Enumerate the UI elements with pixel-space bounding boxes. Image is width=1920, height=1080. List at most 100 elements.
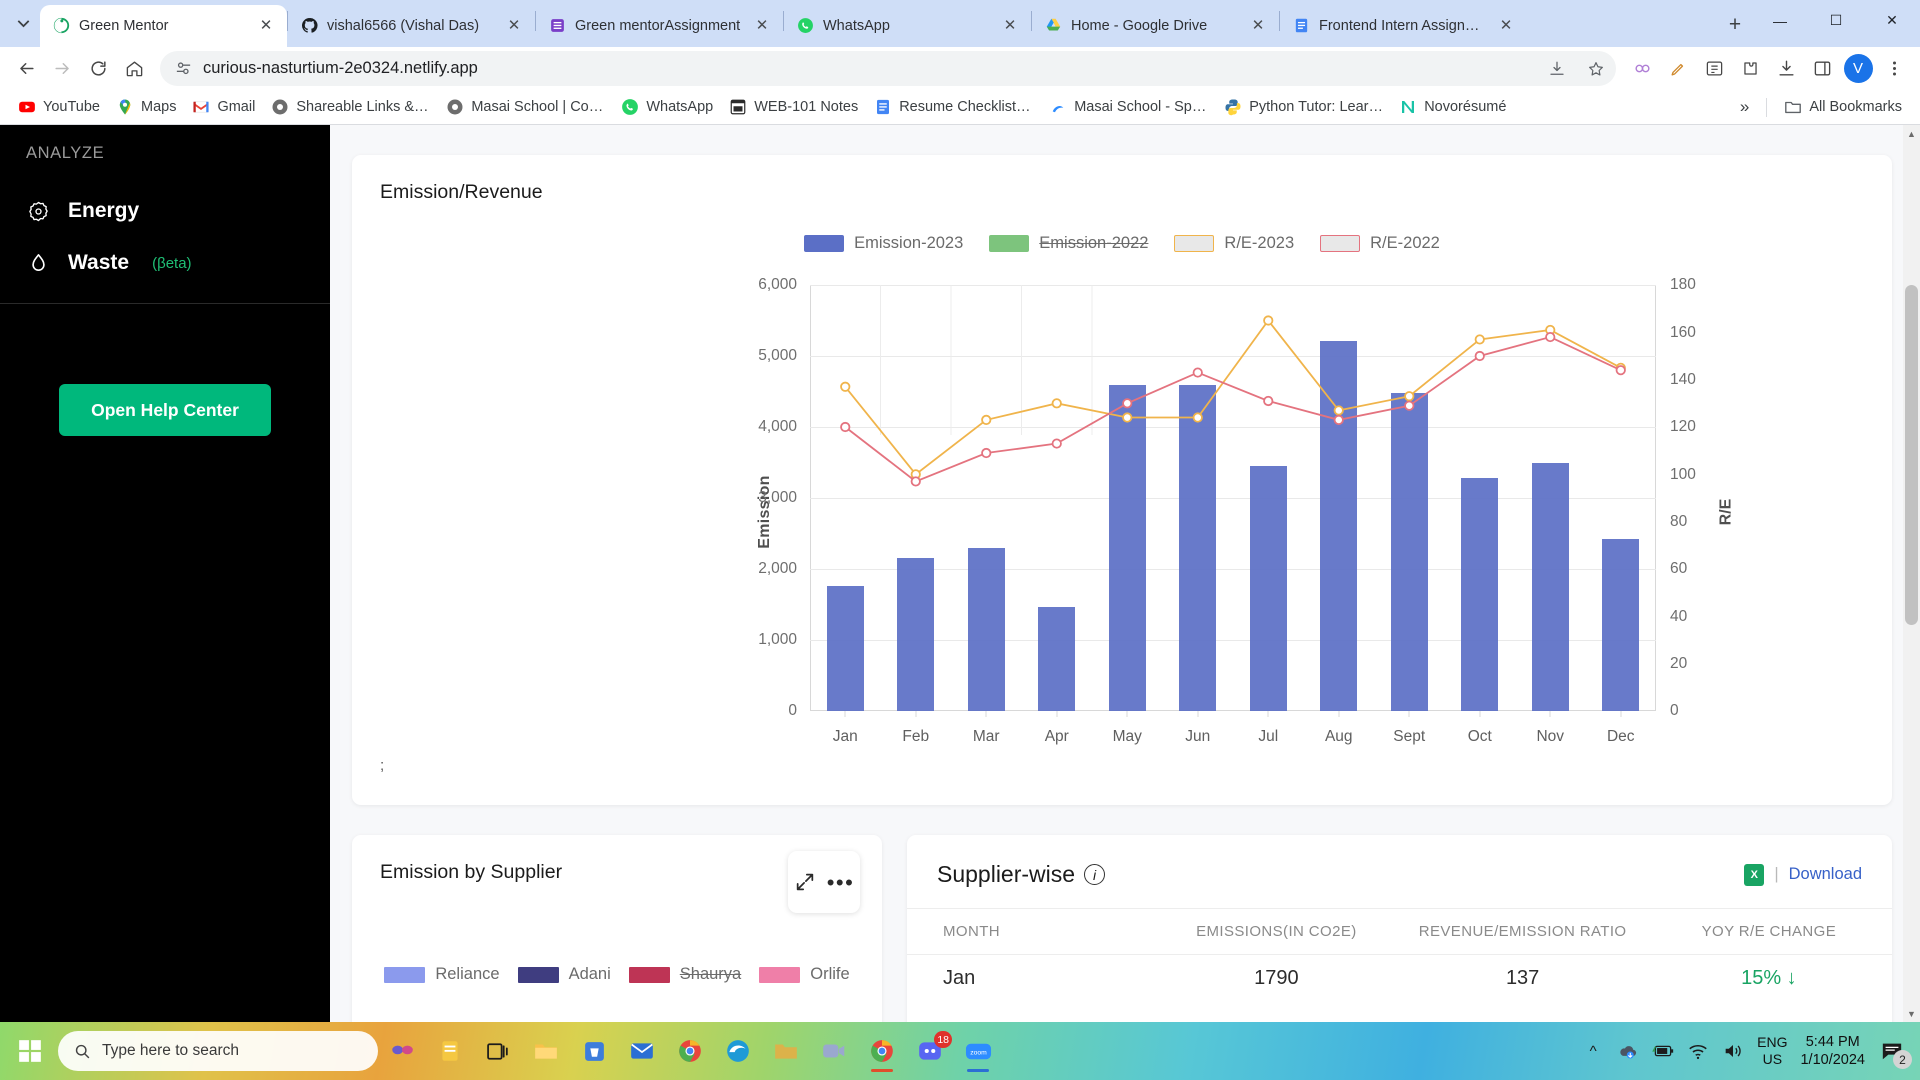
all-bookmarks-button[interactable]: All Bookmarks — [1776, 93, 1910, 121]
chart-point[interactable] — [912, 477, 920, 485]
folder-icon[interactable] — [764, 1029, 808, 1073]
url-text[interactable]: curious-nasturtium-2e0324.netlify.app — [203, 59, 1532, 78]
downloads-icon[interactable] — [1769, 52, 1803, 86]
address-bar[interactable]: curious-nasturtium-2e0324.netlify.app — [160, 51, 1616, 86]
legend-item[interactable]: Emission-2023 — [804, 234, 963, 253]
chart-point[interactable] — [1053, 440, 1061, 448]
browser-tab[interactable]: WhatsApp✕ — [784, 5, 1031, 47]
chart-point[interactable] — [841, 423, 849, 431]
file-explorer-icon[interactable] — [524, 1029, 568, 1073]
chart-point[interactable] — [1264, 397, 1272, 405]
cortana-icon[interactable] — [380, 1029, 424, 1073]
tab-close-button[interactable]: ✕ — [255, 15, 277, 37]
chrome-menu-button[interactable] — [1877, 52, 1911, 86]
legend-item[interactable]: Emission-2022 — [989, 234, 1148, 253]
sidebar-item-energy[interactable]: Energy — [0, 185, 330, 237]
zoom-icon[interactable]: zoom — [956, 1029, 1000, 1073]
forward-button[interactable] — [45, 52, 79, 86]
profile-avatar[interactable]: V — [1841, 52, 1875, 86]
tray-expand-chevron[interactable]: ^ — [1582, 1040, 1604, 1062]
site-settings-icon[interactable] — [174, 59, 193, 78]
chart-point[interactable] — [1123, 399, 1131, 407]
reload-button[interactable] — [81, 52, 115, 86]
chart-point[interactable] — [1546, 333, 1554, 341]
download-control[interactable]: X | Download — [1744, 864, 1862, 886]
sticky-notes-icon[interactable] — [428, 1029, 472, 1073]
chart-point[interactable] — [1194, 414, 1202, 422]
chart-point[interactable] — [1264, 317, 1272, 325]
chrome-active-icon[interactable] — [860, 1029, 904, 1073]
supplier-legend-item[interactable]: Shaurya — [629, 965, 741, 984]
bookmark-item[interactable]: Masai School - Spri... — [1041, 93, 1216, 121]
minimize-button[interactable]: — — [1752, 0, 1808, 41]
chart-point[interactable] — [1476, 335, 1484, 343]
chart-point[interactable] — [1405, 402, 1413, 410]
side-panel-icon[interactable] — [1805, 52, 1839, 86]
extension-2-icon[interactable] — [1661, 52, 1695, 86]
chart-point[interactable] — [1476, 352, 1484, 360]
mail-icon[interactable] — [620, 1029, 664, 1073]
close-window-button[interactable]: ✕ — [1864, 0, 1920, 41]
legend-item[interactable]: R/E-2023 — [1174, 234, 1294, 253]
chart-point[interactable] — [1617, 366, 1625, 374]
download-label[interactable]: Download — [1789, 865, 1862, 884]
tab-close-button[interactable]: ✕ — [1495, 15, 1517, 37]
chart-point[interactable] — [1053, 399, 1061, 407]
scrollbar-thumb[interactable] — [1905, 285, 1918, 625]
store-icon[interactable] — [572, 1029, 616, 1073]
chart-point[interactable] — [1405, 392, 1413, 400]
back-button[interactable] — [9, 52, 43, 86]
bookmark-item[interactable]: Novorésumé — [1391, 93, 1514, 121]
volume-icon[interactable] — [1722, 1040, 1744, 1062]
extensions-puzzle-icon[interactable] — [1733, 52, 1767, 86]
scroll-down-button[interactable]: ▼ — [1903, 1005, 1920, 1022]
tab-search-button[interactable] — [6, 7, 40, 41]
browser-tab[interactable]: Green Mentor✕ — [40, 5, 287, 47]
chart-point[interactable] — [982, 449, 990, 457]
expand-icon[interactable] — [794, 871, 816, 893]
new-tab-button[interactable]: + — [1718, 8, 1752, 42]
bookmark-item[interactable]: Maps — [108, 93, 184, 121]
tab-close-button[interactable]: ✕ — [1247, 15, 1269, 37]
scroll-up-button[interactable]: ▲ — [1903, 125, 1920, 142]
browser-tab[interactable]: vishal6566 (Vishal Das)✕ — [288, 5, 535, 47]
chart-point[interactable] — [982, 416, 990, 424]
tab-close-button[interactable]: ✕ — [503, 15, 525, 37]
maximize-button[interactable]: ☐ — [1808, 0, 1864, 41]
install-app-icon[interactable] — [1542, 54, 1571, 83]
bookmark-star-icon[interactable] — [1581, 54, 1610, 83]
battery-charging-icon[interactable] — [1652, 1040, 1674, 1062]
open-help-center-button[interactable]: Open Help Center — [59, 384, 271, 436]
supplier-legend-item[interactable]: Reliance — [384, 965, 499, 984]
edge-icon[interactable] — [716, 1029, 760, 1073]
supplier-legend-item[interactable]: Adani — [518, 965, 611, 984]
browser-tab[interactable]: Frontend Intern Assignment✕ — [1280, 5, 1527, 47]
extension-1-icon[interactable] — [1625, 52, 1659, 86]
browser-tab[interactable]: Green mentorAssignment✕ — [536, 5, 783, 47]
page-scrollbar[interactable]: ▲ ▼ — [1903, 125, 1920, 1022]
reading-mode-icon[interactable] — [1697, 52, 1731, 86]
notifications-icon[interactable]: 2 — [1878, 1037, 1906, 1065]
task-view-icon[interactable] — [476, 1029, 520, 1073]
bookmark-item[interactable]: Gmail — [184, 93, 263, 121]
chart-point[interactable] — [841, 383, 849, 391]
chart-point[interactable] — [1194, 369, 1202, 377]
onedrive-icon[interactable] — [1617, 1040, 1639, 1062]
wifi-icon[interactable] — [1687, 1040, 1709, 1062]
home-button[interactable] — [117, 52, 151, 86]
sidebar-item-waste[interactable]: Waste (βeta) — [0, 237, 330, 289]
browser-tab[interactable]: Home - Google Drive✕ — [1032, 5, 1279, 47]
clock[interactable]: 5:44 PM1/10/2024 — [1800, 1033, 1865, 1069]
bookmark-item[interactable]: YouTube — [10, 93, 108, 121]
legend-item[interactable]: R/E-2022 — [1320, 234, 1440, 253]
more-options-icon[interactable]: ••• — [827, 877, 855, 888]
info-icon[interactable]: i — [1084, 864, 1105, 885]
bookmark-item[interactable]: WEB-101 Notes — [721, 93, 866, 121]
discord-icon[interactable]: 18 — [908, 1029, 952, 1073]
chart-point[interactable] — [1335, 406, 1343, 414]
chrome-icon[interactable] — [668, 1029, 712, 1073]
tab-close-button[interactable]: ✕ — [999, 15, 1021, 37]
chart-point[interactable] — [1335, 416, 1343, 424]
bookmark-item[interactable]: Python Tutor: Learn... — [1216, 93, 1391, 121]
supplier-legend-item[interactable]: Orlife — [759, 965, 849, 984]
